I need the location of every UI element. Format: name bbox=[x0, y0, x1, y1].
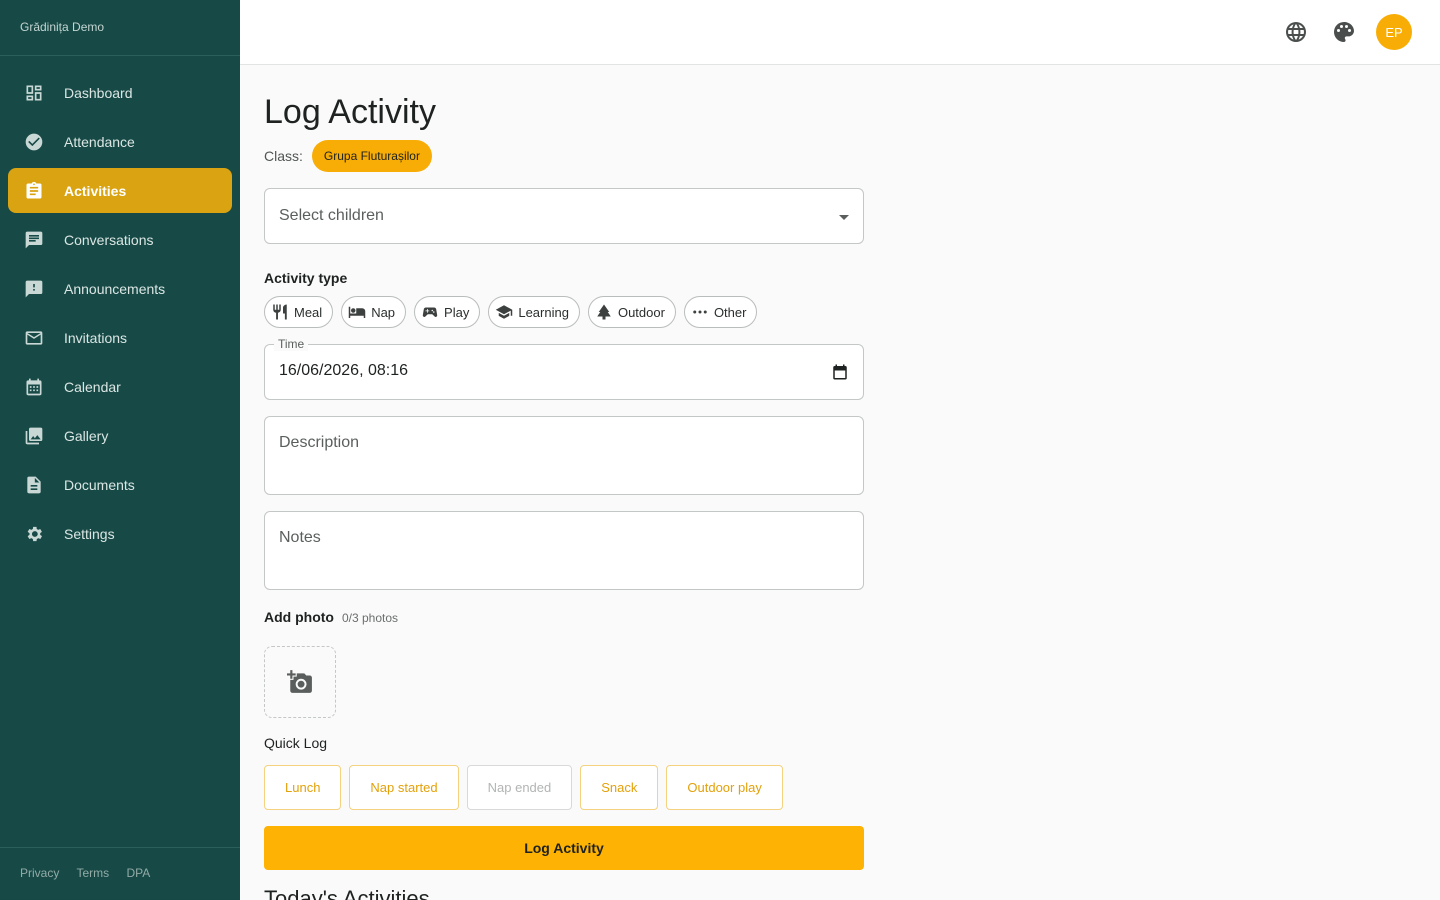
time-field[interactable]: Time 16/06/2026, 08:16 bbox=[264, 337, 864, 400]
sidebar-item-invitations[interactable]: Invitations bbox=[8, 315, 232, 360]
dashboard-icon bbox=[24, 83, 44, 103]
sidebar-item-activities[interactable]: Activities bbox=[8, 168, 232, 213]
activity-chip-outdoor[interactable]: Outdoor bbox=[587, 296, 676, 328]
log-activity-button[interactable]: Log Activity bbox=[264, 826, 864, 870]
description-input[interactable] bbox=[279, 434, 849, 484]
avatar[interactable]: EP bbox=[1376, 14, 1412, 50]
log-activity-form: Log Activity Class: Grupa Fluturașilor S… bbox=[264, 65, 864, 870]
gallery-icon bbox=[24, 426, 44, 446]
quick-log-buttons: Lunch Nap started Nap ended Snack Outdoo… bbox=[264, 765, 864, 810]
activity-chip-nap[interactable]: Nap bbox=[341, 296, 407, 328]
sidebar-item-label: Calendar bbox=[64, 378, 121, 395]
activity-type-label: Activity type bbox=[264, 270, 348, 286]
chip-label: Meal bbox=[294, 304, 323, 320]
activity-type-chips: Meal Nap Play Learning Outdoor Other bbox=[264, 296, 864, 328]
quick-log-lunch-button[interactable]: Lunch bbox=[264, 765, 342, 810]
chip-label: Learning bbox=[518, 304, 569, 320]
sidebar-item-settings[interactable]: Settings bbox=[8, 511, 232, 556]
school-icon bbox=[496, 305, 513, 319]
select-children-dropdown[interactable]: Select children bbox=[264, 188, 864, 244]
activity-chip-other[interactable]: Other bbox=[683, 296, 758, 328]
sidebar-item-dashboard[interactable]: Dashboard bbox=[8, 70, 232, 115]
quick-log-label: Quick Log bbox=[264, 735, 328, 751]
more-icon bbox=[693, 310, 707, 314]
activity-chip-play[interactable]: Play bbox=[414, 296, 481, 328]
mail-icon bbox=[24, 328, 44, 348]
description-field[interactable] bbox=[264, 416, 864, 495]
sidebar-item-calendar[interactable]: Calendar bbox=[8, 364, 232, 409]
todays-activities-heading: Today's Activities bbox=[264, 886, 430, 900]
chip-label: Nap bbox=[371, 304, 396, 320]
terms-link[interactable]: Terms bbox=[76, 866, 109, 880]
add-photo-row: Add photo 0/3 photos bbox=[264, 609, 864, 627]
quick-log-nap-started-button[interactable]: Nap started bbox=[349, 765, 459, 810]
notes-field[interactable] bbox=[264, 511, 864, 590]
topbar: EP bbox=[240, 0, 1440, 65]
page-title: Log Activity bbox=[264, 93, 436, 131]
add-photo-label: Add photo bbox=[264, 609, 334, 625]
sidebar-item-label: Conversations bbox=[64, 231, 154, 248]
sidebar-item-gallery[interactable]: Gallery bbox=[8, 413, 232, 458]
chat-icon bbox=[24, 230, 44, 250]
sidebar: Grădinița Demo Dashboard Attendance Acti… bbox=[0, 0, 240, 900]
sidebar-item-label: Announcements bbox=[64, 280, 166, 297]
sidebar-item-label: Activities bbox=[64, 182, 127, 199]
notes-input[interactable] bbox=[279, 529, 849, 579]
calendar-icon bbox=[24, 377, 44, 397]
calendar-icon[interactable] bbox=[831, 363, 849, 381]
chip-label: Outdoor bbox=[617, 304, 665, 320]
palette-icon[interactable] bbox=[1332, 20, 1356, 44]
sidebar-item-attendance[interactable]: Attendance bbox=[8, 119, 232, 164]
quick-log-nap-ended-button[interactable]: Nap ended bbox=[466, 765, 573, 810]
activity-chip-learning[interactable]: Learning bbox=[488, 296, 580, 328]
check-circle-icon bbox=[24, 132, 44, 152]
bed-icon bbox=[348, 306, 366, 318]
time-input[interactable]: 16/06/2026, 08:16 bbox=[279, 362, 819, 380]
quick-log-snack-button[interactable]: Snack bbox=[580, 765, 659, 810]
gamepad-icon bbox=[422, 307, 438, 317]
select-children-placeholder: Select children bbox=[279, 207, 384, 224]
sidebar-item-label: Attendance bbox=[64, 133, 135, 150]
privacy-link[interactable]: Privacy bbox=[20, 866, 59, 880]
chip-label: Play bbox=[444, 304, 470, 320]
globe-icon[interactable] bbox=[1284, 20, 1308, 44]
sidebar-item-label: Invitations bbox=[64, 329, 128, 346]
gear-icon bbox=[24, 524, 44, 544]
sidebar-item-label: Settings bbox=[64, 525, 115, 542]
sidebar-item-label: Dashboard bbox=[64, 84, 133, 101]
sidebar-item-documents[interactable]: Documents bbox=[8, 462, 232, 507]
add-photo-button[interactable] bbox=[264, 646, 336, 718]
clipboard-icon bbox=[24, 181, 44, 201]
sidebar-nav: Dashboard Attendance Activities Conversa… bbox=[0, 56, 240, 556]
add-camera-icon bbox=[287, 670, 312, 693]
time-label: Time bbox=[274, 337, 309, 351]
announcement-icon bbox=[24, 279, 44, 299]
chip-label: Other bbox=[713, 304, 747, 320]
class-chip[interactable]: Grupa Fluturașilor bbox=[311, 140, 432, 172]
quick-log-outdoor-play-button[interactable]: Outdoor play bbox=[666, 765, 783, 810]
photo-count: 0/3 photos bbox=[341, 611, 399, 625]
sidebar-footer: Privacy Terms DPA bbox=[0, 847, 240, 900]
cutlery-icon bbox=[273, 304, 287, 320]
sidebar-item-conversations[interactable]: Conversations bbox=[8, 217, 232, 262]
class-label: Class: bbox=[264, 148, 303, 164]
class-row: Class: Grupa Fluturașilor bbox=[264, 140, 864, 172]
sidebar-item-label: Documents bbox=[64, 476, 135, 493]
dpa-link[interactable]: DPA bbox=[126, 866, 150, 880]
activity-chip-meal[interactable]: Meal bbox=[264, 296, 334, 328]
brand-name: Grădinița Demo bbox=[0, 0, 240, 56]
sidebar-item-label: Gallery bbox=[64, 427, 109, 444]
document-icon bbox=[24, 475, 44, 495]
sidebar-item-announcements[interactable]: Announcements bbox=[8, 266, 232, 311]
chevron-down-icon[interactable] bbox=[839, 215, 849, 220]
tree-icon bbox=[597, 304, 611, 320]
